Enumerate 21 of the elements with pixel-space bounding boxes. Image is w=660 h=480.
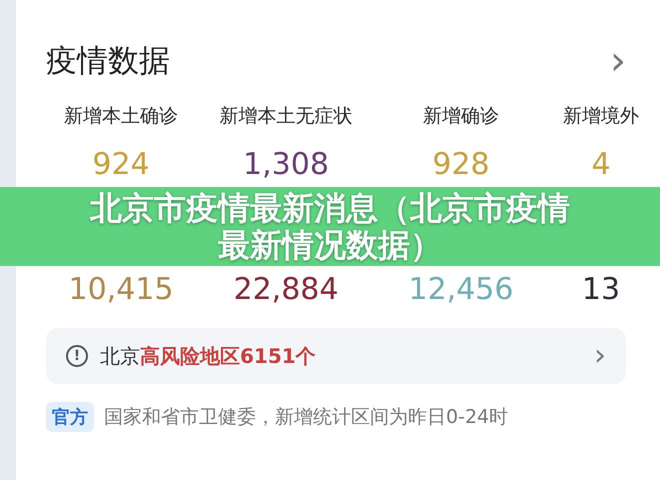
stat-value: 12,456 (408, 273, 514, 306)
stat-label: 新增本土无症状 (220, 104, 352, 128)
chevron-icon: › (594, 341, 606, 371)
source-text: 国家和省市卫健委，新增统计区间为昨日0-24时 (104, 405, 508, 430)
stat-value: 928 (432, 148, 490, 181)
chevron-icon[interactable]: › (610, 41, 626, 81)
stat-label: 新增确诊 (423, 104, 499, 128)
risk-alert-bar[interactable]: ! 北京高风险地区6151个 › (46, 328, 626, 384)
stat-value: 1,308 (243, 148, 329, 181)
alert-text: 北京高风险地区6151个 (100, 342, 317, 370)
source-tag: 官方 (46, 402, 94, 432)
card-title: 疫情数据 (46, 42, 170, 81)
stat-value: 924 (92, 148, 150, 181)
stat-value: 13 (582, 273, 620, 306)
stat-label: 新增本土确诊 (64, 104, 178, 128)
stat-value: 4 (591, 148, 611, 181)
warning-icon: ! (66, 345, 88, 367)
stat-value: 22,884 (234, 273, 338, 306)
headline: 北京市疫情最新消息（北京市疫情最新情况数据） (88, 190, 571, 264)
stat-value: 10,415 (68, 273, 174, 306)
stat-label: 新增境外 (563, 104, 639, 128)
